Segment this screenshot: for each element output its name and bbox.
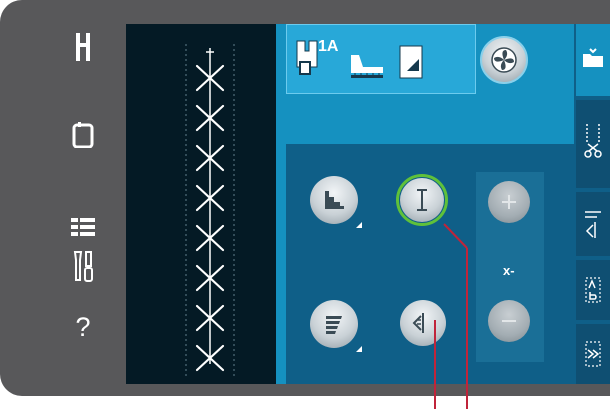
- machine-bezel: ? 1A: [0, 0, 610, 396]
- option-button[interactable]: [480, 36, 528, 84]
- zigzag-tab-icon: [585, 341, 601, 367]
- scissors-tab-icon: [584, 124, 602, 158]
- touch-screen: 1A: [126, 24, 610, 384]
- stitch-width-icon: [325, 191, 344, 209]
- tab-stitch-menu[interactable]: [576, 324, 610, 384]
- tab-alphabet[interactable]: [576, 260, 610, 320]
- minus-button[interactable]: [488, 300, 530, 342]
- right-tab-bar: [574, 24, 610, 384]
- width-corner-indicator: [356, 222, 362, 228]
- help-icon[interactable]: ?: [68, 312, 98, 342]
- main-panel: 1A: [276, 24, 574, 384]
- stitch-length-button[interactable]: [310, 300, 358, 348]
- stitch-preview: [185, 44, 235, 379]
- minus-icon: [502, 320, 516, 322]
- sequence-tab-icon: [585, 211, 601, 238]
- menu-list-icon[interactable]: [68, 212, 98, 242]
- plus-button[interactable]: [488, 181, 530, 223]
- mirror-x-label: x-: [503, 263, 515, 278]
- stitch-preview-panel: [126, 24, 276, 384]
- mirror-icon: [412, 313, 424, 333]
- tab-sequence[interactable]: [576, 100, 610, 188]
- stitch-positioning-button[interactable]: [400, 178, 444, 222]
- stitch-length-icon: [326, 316, 342, 334]
- sewing-info-tile: 1A: [286, 24, 476, 94]
- needle-plate-icon: [399, 45, 423, 79]
- tablet-icon[interactable]: [68, 120, 98, 150]
- foot-label: 1A: [318, 38, 339, 55]
- length-corner-indicator: [356, 346, 362, 352]
- plus-icon: [502, 195, 516, 209]
- stitch-width-button[interactable]: [310, 176, 358, 224]
- ab-tab-icon: [585, 277, 601, 303]
- tools-icon[interactable]: [68, 251, 98, 282]
- callout-line-position: [466, 248, 468, 409]
- fan-icon: [491, 47, 517, 73]
- left-rail: ?: [42, 26, 122, 386]
- stitch-positioning-icon: [417, 189, 427, 211]
- presser-foot-icon[interactable]: [68, 32, 98, 62]
- mirror-button[interactable]: [400, 300, 446, 346]
- callout-line-mirror: [434, 320, 436, 409]
- tab-file[interactable]: [576, 24, 610, 96]
- tab-edit[interactable]: [576, 192, 610, 256]
- help-label: ?: [75, 311, 91, 342]
- callout-connector: [443, 223, 468, 249]
- stabilizer-icon: [351, 55, 383, 78]
- folder-icon: [583, 48, 603, 67]
